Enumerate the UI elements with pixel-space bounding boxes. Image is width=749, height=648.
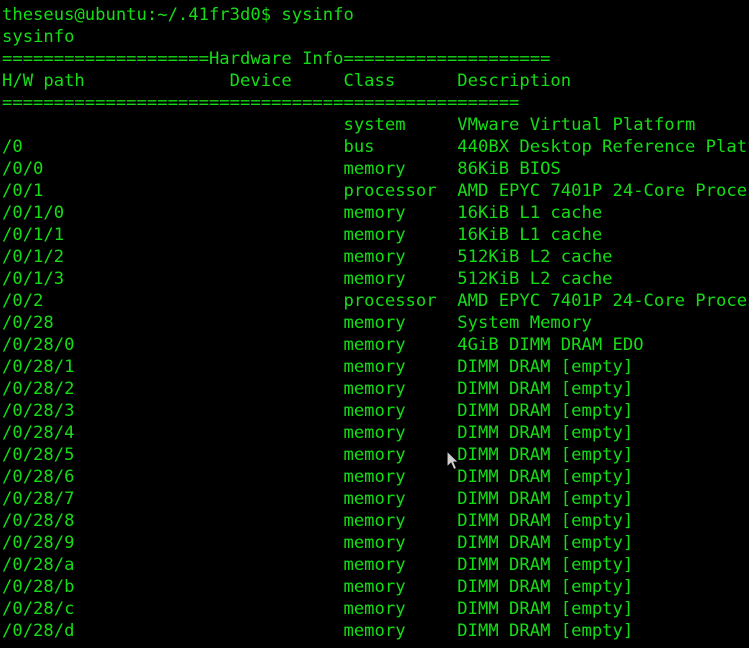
hardware-table-row: /0/28/d memory DIMM DRAM [empty] xyxy=(2,621,634,641)
hardware-table-row: /0/28/0 memory 4GiB DIMM DRAM EDO xyxy=(2,335,644,355)
hardware-table-row: /0/28/2 memory DIMM DRAM [empty] xyxy=(2,379,634,399)
shell-prompt-line: theseus@ubuntu:~/.41fr3d0$ sysinfo xyxy=(2,5,354,25)
hardware-table-row: /0 bus 440BX Desktop Reference Platform xyxy=(2,137,749,157)
hardware-table-row: /0/28/3 memory DIMM DRAM [empty] xyxy=(2,401,634,421)
hardware-table-row: /0/28/c memory DIMM DRAM [empty] xyxy=(2,599,634,619)
hardware-table-row: /0/28/5 memory DIMM DRAM [empty] xyxy=(2,445,634,465)
terminal-screen[interactable]: theseus@ubuntu:~/.41fr3d0$ sysinfo sysin… xyxy=(0,0,749,648)
hardware-table-row: /0/2 processor AMD EPYC 7401P 24-Core Pr… xyxy=(2,291,749,311)
hardware-table-row: /0/28/7 memory DIMM DRAM [empty] xyxy=(2,489,634,509)
hardware-table-row: /0/28/1 memory DIMM DRAM [empty] xyxy=(2,357,634,377)
hardware-table-row: /0/28/9 memory DIMM DRAM [empty] xyxy=(2,533,634,553)
hardware-table-body: system VMware Virtual Platform/0 bus 440… xyxy=(2,114,749,642)
hardware-table-row: /0/0 memory 86KiB BIOS xyxy=(2,159,561,179)
hardware-table-row: system VMware Virtual Platform xyxy=(2,115,696,135)
hardware-table-row: /0/1 processor AMD EPYC 7401P 24-Core Pr… xyxy=(2,181,749,201)
table-separator-line: ========================================… xyxy=(2,93,520,113)
hardware-table-row: /0/1/2 memory 512KiB L2 cache xyxy=(2,247,613,267)
hardware-table-row: /0/1/1 memory 16KiB L1 cache xyxy=(2,225,603,245)
hardware-table-row: /0/28/4 memory DIMM DRAM [empty] xyxy=(2,423,634,443)
hardware-table-row: /0/28/b memory DIMM DRAM [empty] xyxy=(2,577,634,597)
hardware-table-row: /0/1/0 memory 16KiB L1 cache xyxy=(2,203,603,223)
hardware-table-row: /0/28/6 memory DIMM DRAM [empty] xyxy=(2,467,634,487)
hardware-table-row: /0/28 memory System Memory xyxy=(2,313,592,333)
table-header-row: H/W path Device Class Description xyxy=(2,71,572,91)
hardware-table-row: /0/28/a memory DIMM DRAM [empty] xyxy=(2,555,634,575)
hardware-table-row: /0/1/3 memory 512KiB L2 cache xyxy=(2,269,613,289)
hardware-table-row: /0/28/8 memory DIMM DRAM [empty] xyxy=(2,511,634,531)
command-echo-line: sysinfo xyxy=(2,27,75,47)
hardware-info-banner: ====================Hardware Info=======… xyxy=(2,49,551,69)
